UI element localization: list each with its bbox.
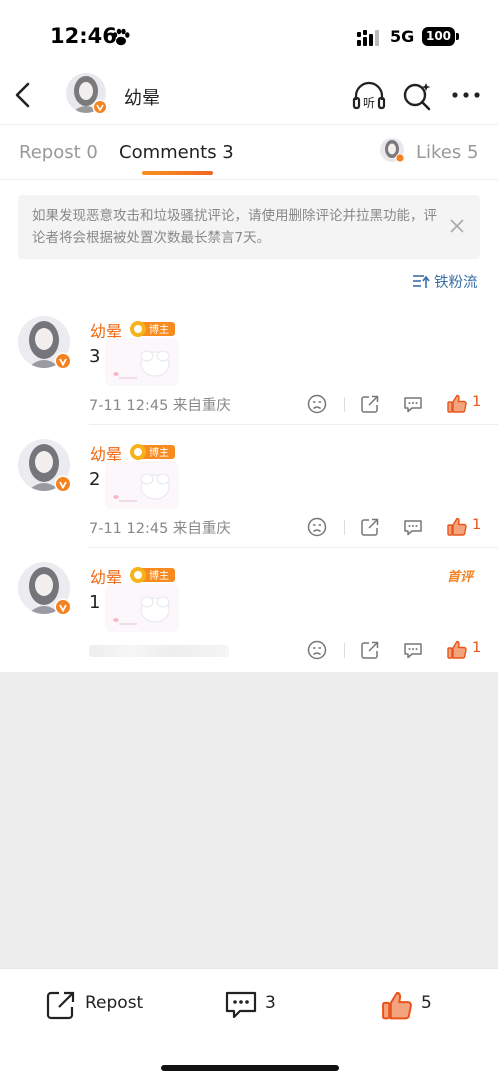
like-icon[interactable] xyxy=(446,393,468,415)
network-type: 5G xyxy=(390,27,415,46)
status-time: 12:46 xyxy=(50,24,117,48)
close-icon[interactable] xyxy=(448,217,466,235)
comment-item: 幼晕 博主 2 7-11 12:45 来自重庆 1 xyxy=(0,425,498,548)
divider xyxy=(344,643,345,658)
notice-text: 如果发现恶意攻击和垃圾骚扰评论，请使用删除评论并拉黑功能，评论者将会根据被处置次… xyxy=(32,208,437,246)
divider xyxy=(344,520,345,535)
home-indicator xyxy=(161,1065,339,1071)
dislike-face-icon[interactable] xyxy=(306,393,328,415)
reply-icon[interactable] xyxy=(402,516,424,538)
comment-item: 幼晕 博主 3 7-11 12:45 来自重庆 1 xyxy=(0,302,498,425)
dislike-face-icon[interactable] xyxy=(306,639,328,661)
sticker-image xyxy=(105,338,179,386)
divider xyxy=(344,397,345,412)
like-button[interactable]: 5 xyxy=(380,989,440,1023)
comment-meta: 7-11 12:45 来自重庆 xyxy=(89,521,231,537)
like-count: 1 xyxy=(472,517,482,533)
dislike-face-icon[interactable] xyxy=(306,516,328,538)
blogger-badge: 博主 xyxy=(130,321,175,337)
like-count: 5 xyxy=(421,993,432,1013)
ai-search-icon[interactable] xyxy=(402,81,434,111)
comment-button[interactable]: 3 xyxy=(224,989,284,1023)
nav-bar: 幼晕 听 xyxy=(0,70,498,125)
first-comment-badge: 首评 xyxy=(447,570,474,585)
sort-label: 铁粉流 xyxy=(434,275,478,291)
battery-icon: 100 xyxy=(422,27,455,46)
comment-item: 幼晕 博主 首评 1 1 xyxy=(0,548,498,671)
like-count: 1 xyxy=(472,640,482,656)
share-icon[interactable] xyxy=(359,639,381,661)
battery-level: 100 xyxy=(425,29,452,43)
tab-repost[interactable]: Repost 0 xyxy=(19,142,98,163)
blogger-badge: 博主 xyxy=(130,444,175,460)
repost-icon xyxy=(46,991,75,1020)
listen-icon[interactable]: 听 xyxy=(352,80,386,112)
listen-label: 听 xyxy=(363,96,375,110)
back-icon[interactable] xyxy=(10,80,38,110)
badge-label: 博主 xyxy=(149,323,169,336)
avatar[interactable] xyxy=(18,439,72,493)
badge-label: 博主 xyxy=(149,569,169,582)
repost-label: Repost xyxy=(85,993,144,1013)
comment-text: 1 xyxy=(89,592,101,613)
notice-banner: 如果发现恶意攻击和垃圾骚扰评论，请使用删除评论并拉黑功能，评论者将会根据被处置次… xyxy=(18,195,480,259)
comment-icon xyxy=(225,991,257,1019)
tab-likes[interactable]: Likes 5 xyxy=(416,142,478,163)
like-icon[interactable] xyxy=(446,639,468,661)
signal-icon xyxy=(357,30,379,46)
active-tab-indicator xyxy=(142,171,213,175)
comment-count: 3 xyxy=(265,993,276,1013)
avatar[interactable] xyxy=(18,316,72,370)
tab-bar: Repost 0 Comments 3 Likes 5 xyxy=(0,126,498,180)
avatar[interactable] xyxy=(66,73,110,117)
bottom-action-bar: Repost 3 5 xyxy=(0,968,498,1080)
blogger-badge: 博主 xyxy=(130,567,175,583)
share-icon[interactable] xyxy=(359,393,381,415)
more-icon[interactable] xyxy=(450,82,482,108)
comment-meta-blurred xyxy=(89,645,229,657)
badge-label: 博主 xyxy=(149,446,169,459)
avatar[interactable] xyxy=(18,562,72,616)
repost-button[interactable]: Repost xyxy=(44,989,154,1023)
comment-text: 3 xyxy=(89,346,101,367)
like-icon[interactable] xyxy=(446,516,468,538)
likes-avatar xyxy=(380,138,405,163)
reply-icon[interactable] xyxy=(402,639,424,661)
tab-comments[interactable]: Comments 3 xyxy=(119,142,234,163)
sticker-image xyxy=(105,584,179,632)
paw-icon xyxy=(112,28,130,46)
comment-meta: 7-11 12:45 来自重庆 xyxy=(89,398,231,414)
like-icon xyxy=(382,991,412,1020)
sort-icon xyxy=(413,275,430,288)
like-count: 1 xyxy=(472,394,482,410)
status-bar: 12:46 5G 100 xyxy=(0,0,498,70)
battery-tip xyxy=(456,33,459,40)
comment-text: 2 xyxy=(89,469,101,490)
share-icon[interactable] xyxy=(359,516,381,538)
reply-icon[interactable] xyxy=(402,393,424,415)
sticker-image xyxy=(105,461,179,509)
page-title: 幼晕 xyxy=(124,88,160,109)
